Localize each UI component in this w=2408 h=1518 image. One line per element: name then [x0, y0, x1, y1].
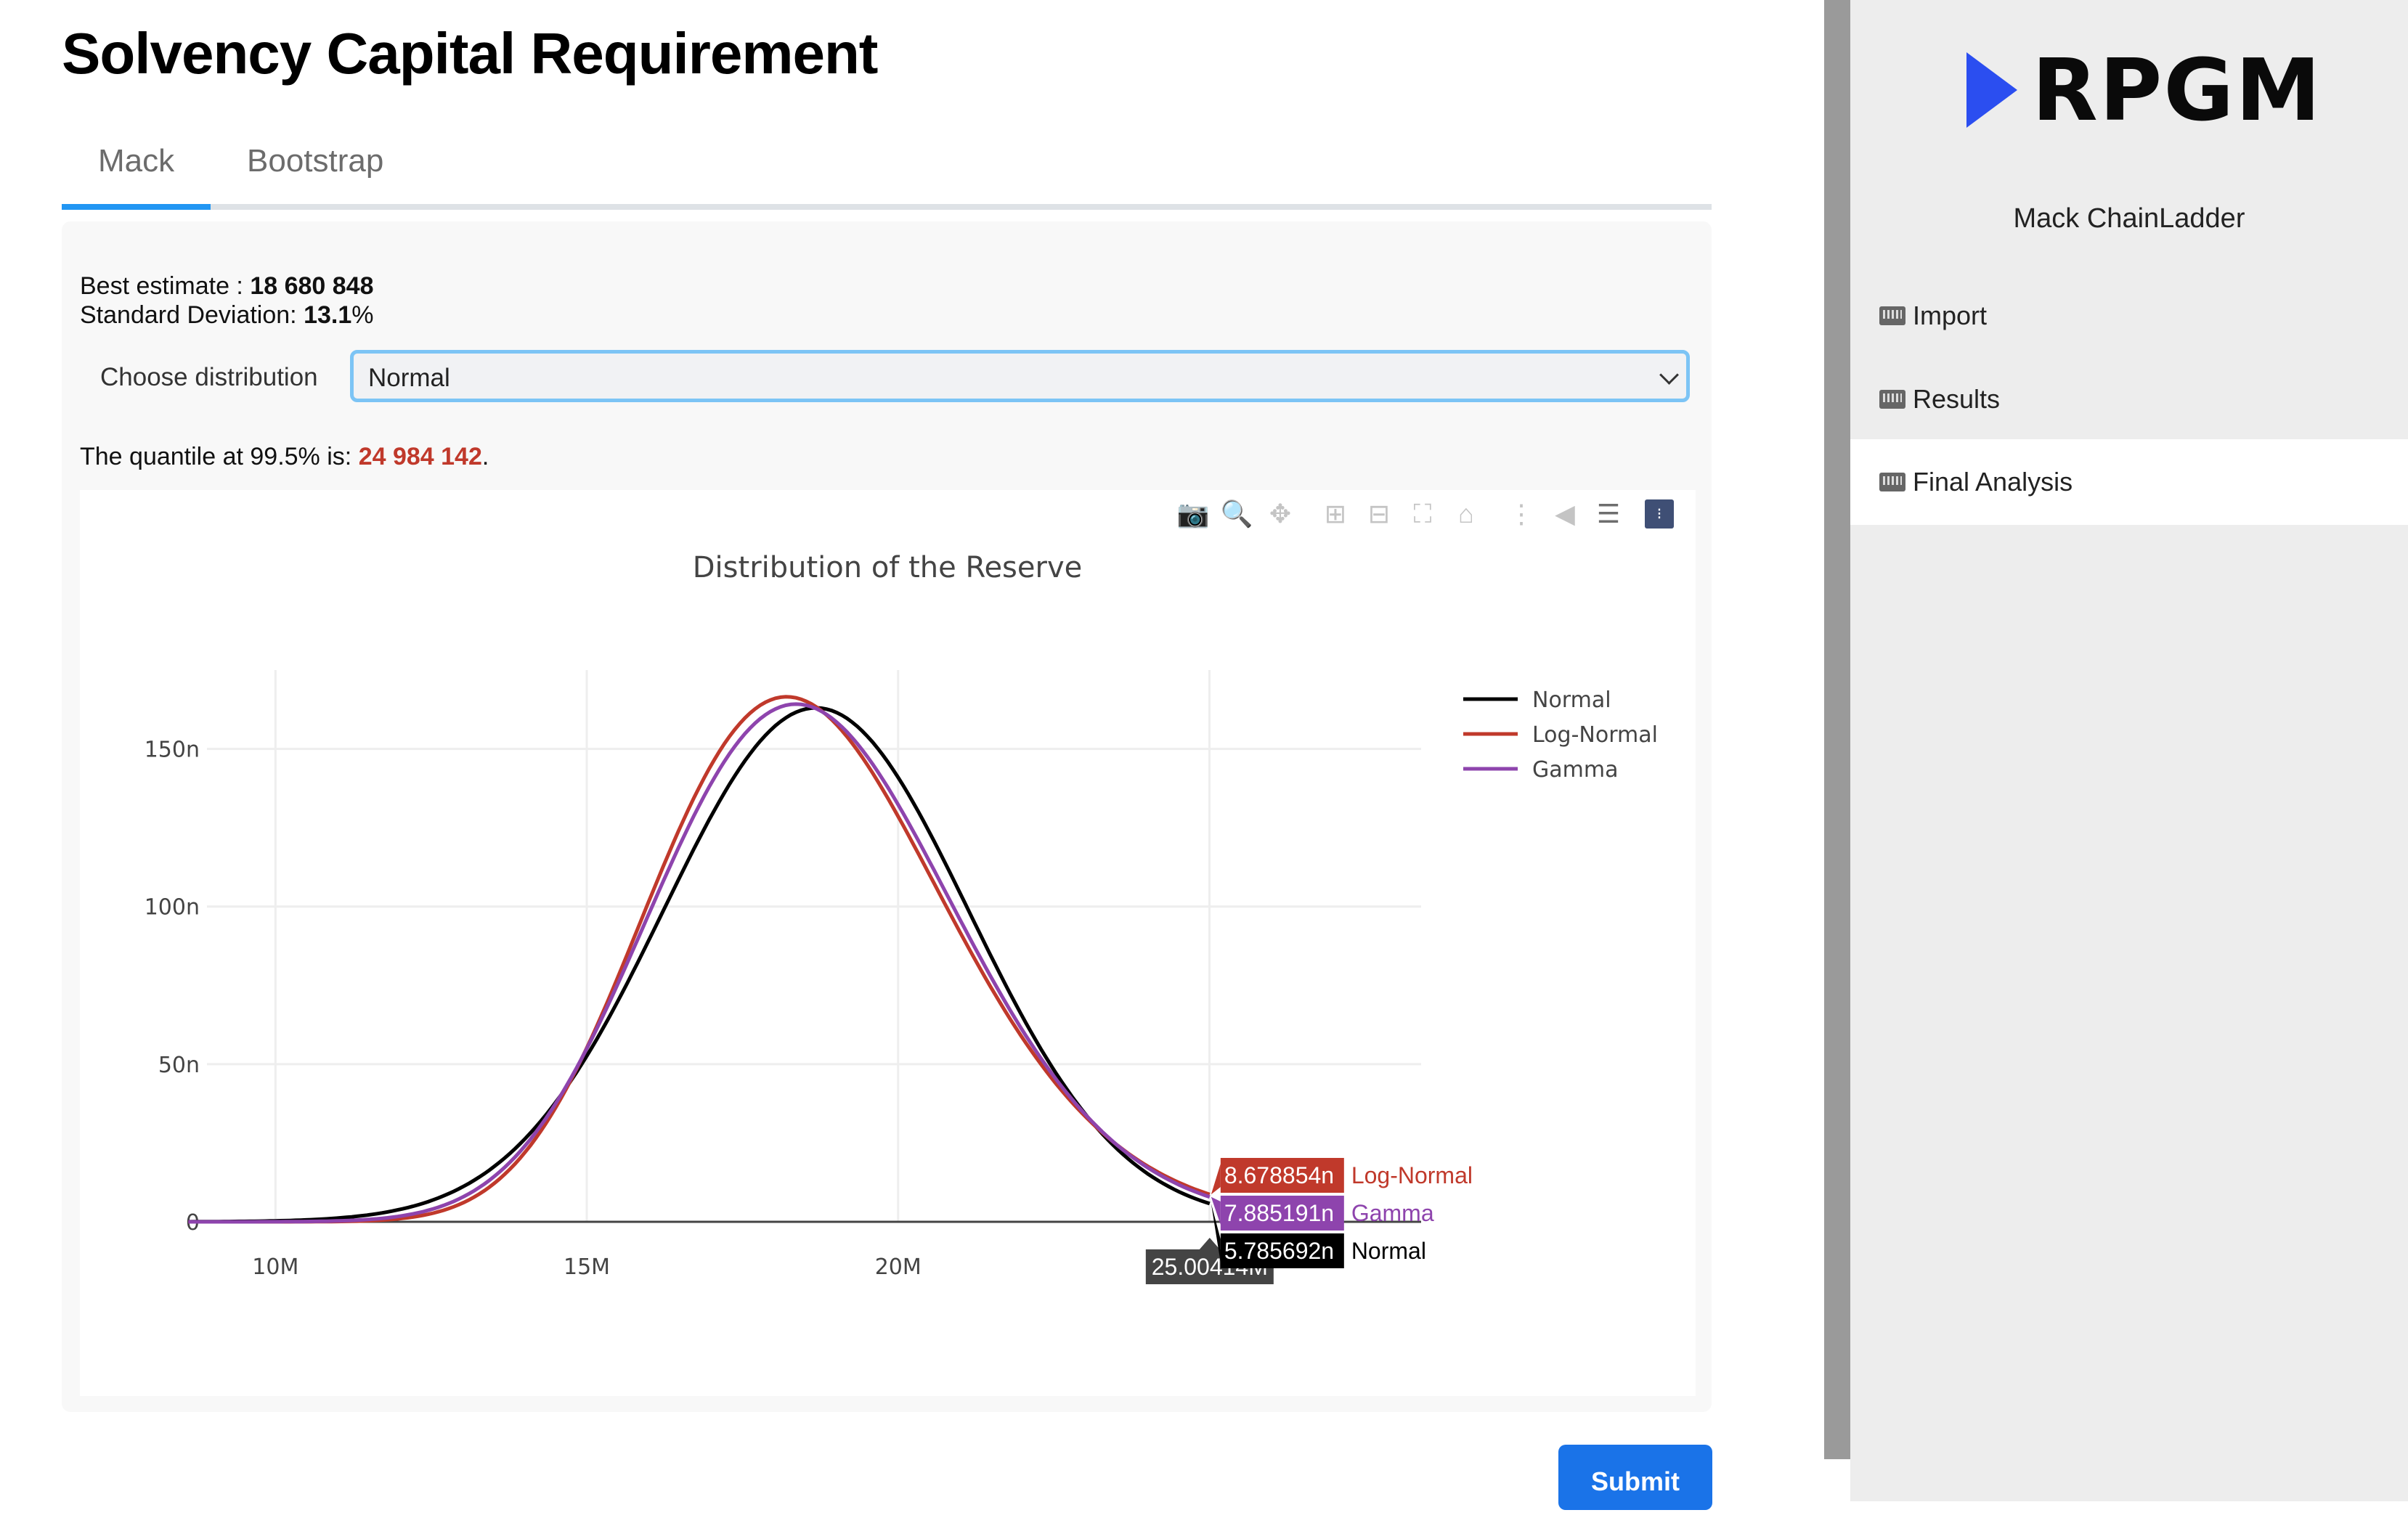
- keyboard-icon: [1879, 473, 1905, 491]
- series-line-normal: [188, 706, 1211, 1224]
- tab-mack[interactable]: Mack: [98, 143, 174, 179]
- chart-title: Distribution of the Reserve: [693, 551, 1082, 584]
- autoscale-icon[interactable]: ⛶: [1401, 497, 1444, 531]
- hover-series-name: Log-Normal: [1351, 1162, 1473, 1188]
- quantile-value: 24 984 142: [358, 443, 482, 470]
- app-name: Mack ChainLadder: [2013, 203, 2245, 234]
- std-value: 13.1: [304, 301, 352, 329]
- quantile-suffix: .: [481, 443, 489, 470]
- hover-x-label-bg: [1145, 1249, 1274, 1284]
- tab-bar: Mack Bootstrap: [62, 134, 1712, 210]
- play-triangle-icon: [1966, 52, 2017, 128]
- page-title: Solvency Capital Requirement: [62, 21, 878, 86]
- hover-series-name: Normal: [1351, 1238, 1426, 1264]
- spike-lines-icon[interactable]: ⋮: [1500, 497, 1543, 531]
- zoom-in-icon[interactable]: ⊞: [1314, 497, 1357, 531]
- plotly-logo-icon[interactable]: ⁝: [1645, 499, 1674, 529]
- sidebar-item-label: Import: [1913, 301, 1988, 330]
- y-tick-label: 50n: [158, 1053, 200, 1078]
- distribution-selected-value: Normal: [368, 364, 450, 392]
- active-tab-indicator: [62, 204, 211, 210]
- pan-icon[interactable]: ✥: [1258, 497, 1302, 531]
- reset-axes-icon[interactable]: ⌂: [1444, 497, 1488, 531]
- y-tick-label: 100n: [145, 895, 200, 921]
- best-estimate: Best estimate : 18 680 848: [80, 272, 374, 301]
- sidebar-item-import[interactable]: Import: [1850, 287, 2408, 345]
- std-suffix: %: [351, 301, 374, 329]
- legend-label: Gamma: [1532, 757, 1618, 783]
- hover-value-bg: [1220, 1196, 1344, 1231]
- best-estimate-value: 18 680 848: [250, 272, 374, 300]
- hover-x-label: 25.00414M: [1152, 1254, 1268, 1280]
- std-label: Standard Deviation:: [80, 301, 304, 329]
- hover-pointer: [1211, 1196, 1221, 1225]
- hover-pointer: [1211, 1164, 1221, 1195]
- x-tick-label: 20M: [875, 1254, 922, 1280]
- hover-compare-icon[interactable]: ☰: [1587, 497, 1630, 531]
- hover-value: 7.885191n: [1224, 1200, 1334, 1226]
- series-line-gamma: [188, 702, 1211, 1224]
- camera-icon[interactable]: 📷: [1171, 497, 1215, 531]
- sidebar-item-results[interactable]: Results: [1850, 370, 2408, 428]
- keyboard-icon: [1879, 390, 1905, 409]
- quantile-text: The quantile at 99.5% is: 24 984 142.: [80, 443, 489, 471]
- sidebar-item-final-analysis[interactable]: Final Analysis: [1850, 439, 2408, 525]
- hover-value-bg: [1220, 1233, 1344, 1268]
- zoom-icon[interactable]: 🔍: [1215, 497, 1258, 531]
- series-line-log-normal: [188, 695, 1211, 1224]
- sidebar-item-label: Results: [1913, 384, 2001, 414]
- quantile-label: The quantile at 99.5% is:: [80, 443, 359, 470]
- legend-label: Normal: [1532, 687, 1611, 713]
- best-estimate-label: Best estimate :: [80, 272, 251, 300]
- hover-x-pointer: [1199, 1238, 1220, 1249]
- tab-bootstrap[interactable]: Bootstrap: [247, 143, 383, 179]
- chevron-down-icon: [1659, 365, 1679, 385]
- y-tick-label: 0: [186, 1210, 200, 1236]
- legend-label: Log-Normal: [1532, 722, 1658, 748]
- standard-deviation: Standard Deviation: 13.1%: [80, 301, 374, 330]
- reserve-distribution-chart[interactable]: 📷 🔍 ✥ ⊞ ⊟ ⛶ ⌂ ⋮ ◀ ☰ ⁝ Distribution of th…: [80, 490, 1696, 1396]
- hover-value-bg: [1220, 1158, 1344, 1193]
- sidebar: RPGM Mack ChainLadder Import Results Fin…: [1850, 0, 2408, 1501]
- hover-value: 8.678854n: [1224, 1162, 1334, 1188]
- chart-svg: Distribution of the Reserve 10M 15M 20M 0 50…: [145, 551, 1658, 1284]
- zoom-out-icon[interactable]: ⊟: [1357, 497, 1401, 531]
- choose-distribution-label: Choose distribution: [100, 363, 318, 391]
- x-tick-label: 10M: [252, 1254, 298, 1280]
- rpgm-logo: RPGM: [1966, 40, 2322, 140]
- x-tick-label: 15M: [564, 1254, 610, 1280]
- mack-panel: Best estimate : 18 680 848 Standard Devi…: [62, 221, 1712, 1412]
- keyboard-icon: [1879, 306, 1905, 325]
- submit-button[interactable]: Submit: [1558, 1445, 1712, 1510]
- hover-pointer: [1211, 1203, 1221, 1262]
- sidebar-item-label: Final Analysis: [1913, 467, 2073, 497]
- hover-series-name: Gamma: [1351, 1200, 1434, 1226]
- brand-name: RPGM: [2032, 40, 2322, 140]
- scrollbar-thumb[interactable]: [1824, 0, 1850, 1459]
- main-content: Solvency Capital Requirement Mack Bootst…: [0, 0, 1824, 1510]
- plotly-modebar: 📷 🔍 ✥ ⊞ ⊟ ⛶ ⌂ ⋮ ◀ ☰ ⁝: [1171, 497, 1674, 531]
- hover-value: 5.785692n: [1224, 1238, 1334, 1264]
- y-tick-label: 150n: [145, 738, 200, 763]
- distribution-select[interactable]: Normal: [350, 350, 1690, 402]
- hover-closest-icon[interactable]: ◀: [1543, 497, 1587, 531]
